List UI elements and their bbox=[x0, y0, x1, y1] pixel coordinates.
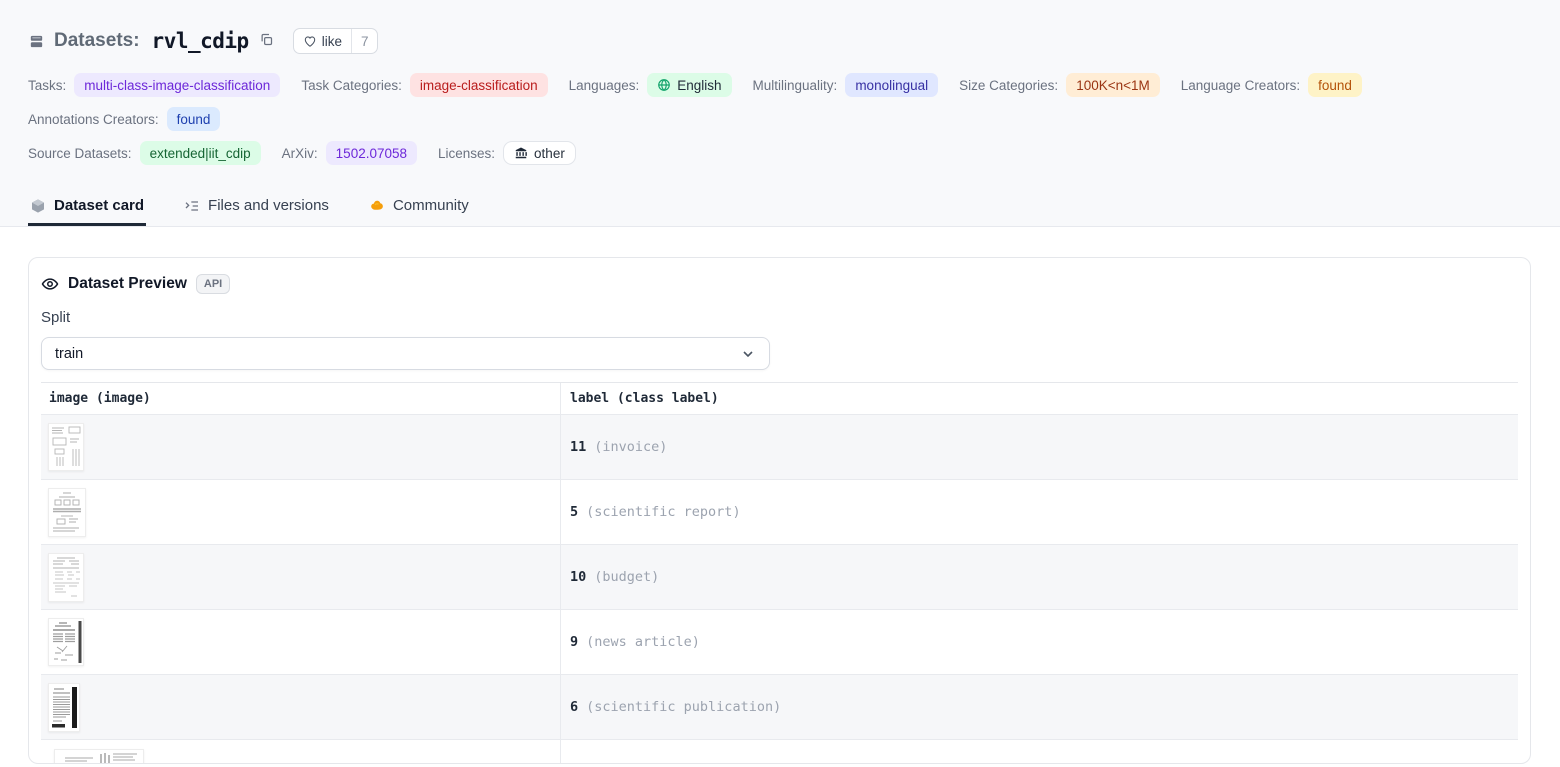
table-row[interactable]: 9 (news article) bbox=[41, 610, 1518, 675]
title-row: Datasets: rvl_cdip like 7 bbox=[28, 26, 1532, 56]
class-name: (news article) bbox=[586, 634, 700, 650]
preview-header: Dataset Preview API bbox=[41, 271, 1518, 297]
preview-title: Dataset Preview bbox=[68, 275, 187, 293]
class-id: 10 bbox=[570, 569, 586, 585]
dataset-name: rvl_cdip bbox=[152, 29, 249, 53]
column-header-image: image (image) bbox=[41, 383, 560, 414]
tag-tasks[interactable]: multi-class-image-classification bbox=[74, 73, 280, 97]
table-header-row: image (image) label (class label) bbox=[41, 383, 1518, 415]
document-thumbnail bbox=[48, 683, 80, 732]
preview-table: image (image) label (class label) 11 (inv… bbox=[41, 382, 1518, 764]
tab-files-and-versions[interactable]: Files and versions bbox=[182, 188, 331, 226]
table-row[interactable]: 11 (invoice) bbox=[41, 415, 1518, 480]
table-row[interactable]: 10 (budget) bbox=[41, 545, 1518, 610]
like-button[interactable]: like 7 bbox=[293, 28, 379, 54]
copy-name-button[interactable] bbox=[257, 31, 277, 51]
document-thumbnail bbox=[48, 618, 84, 666]
tag-label: Language Creators: bbox=[1181, 78, 1300, 93]
dataset-preview-card: Dataset Preview API Split train image (i… bbox=[28, 257, 1531, 764]
split-selected-value: train bbox=[55, 346, 83, 362]
split-label: Split bbox=[41, 309, 1518, 329]
section-label[interactable]: Datasets: bbox=[54, 30, 140, 52]
tag-label: Licenses: bbox=[438, 146, 495, 161]
tag-size-categories[interactable]: 100K<n<1M bbox=[1066, 73, 1160, 97]
tag-row-2: Source Datasets: extended|iit_cdip ArXiv… bbox=[28, 141, 1532, 165]
class-id: 5 bbox=[570, 504, 578, 520]
main-content: Dataset Preview API Split train image (i… bbox=[0, 227, 1560, 764]
database-icon bbox=[28, 33, 45, 50]
tab-label: Dataset card bbox=[54, 197, 144, 214]
tag-language-creators[interactable]: found bbox=[1308, 73, 1362, 97]
heart-icon bbox=[303, 34, 317, 48]
tag-label: Source Datasets: bbox=[28, 146, 132, 161]
document-thumbnail bbox=[48, 553, 84, 602]
eye-icon bbox=[41, 275, 59, 293]
tag-license-label: other bbox=[534, 146, 565, 161]
tag-label: Task Categories: bbox=[301, 78, 402, 93]
document-thumbnail bbox=[48, 488, 86, 537]
tag-language-label: English bbox=[677, 78, 721, 93]
tag-label: Languages: bbox=[569, 78, 640, 93]
tab-community[interactable]: Community bbox=[367, 188, 471, 226]
tag-language[interactable]: English bbox=[647, 73, 731, 97]
tab-label: Files and versions bbox=[208, 197, 329, 214]
like-label: like bbox=[322, 34, 342, 49]
tab-label: Community bbox=[393, 197, 469, 214]
tag-source-datasets[interactable]: extended|iit_cdip bbox=[140, 141, 261, 165]
document-thumbnail bbox=[48, 423, 84, 471]
tag-task-categories[interactable]: image-classification bbox=[410, 73, 548, 97]
tab-bar: Dataset card Files and versions Communit… bbox=[28, 188, 1532, 226]
tag-multilinguality[interactable]: monolingual bbox=[845, 73, 938, 97]
table-row[interactable] bbox=[41, 740, 1518, 764]
tag-label: Annotations Creators: bbox=[28, 112, 159, 127]
table-row[interactable]: 6 (scientific publication) bbox=[41, 675, 1518, 740]
api-badge[interactable]: API bbox=[196, 274, 230, 294]
tab-dataset-card[interactable]: Dataset card bbox=[28, 188, 146, 226]
chevron-down-icon bbox=[740, 346, 756, 362]
versions-icon bbox=[184, 198, 200, 214]
class-id: 6 bbox=[570, 699, 578, 715]
tag-label: Size Categories: bbox=[959, 78, 1058, 93]
tag-label: Multilinguality: bbox=[753, 78, 838, 93]
class-name: (budget) bbox=[594, 569, 659, 585]
copy-icon bbox=[259, 32, 274, 47]
class-id: 11 bbox=[570, 439, 586, 455]
document-thumbnail bbox=[54, 749, 144, 764]
class-name: (scientific report) bbox=[586, 504, 740, 520]
community-icon bbox=[369, 198, 385, 214]
page-header: Datasets: rvl_cdip like 7 Tasks: multi-c… bbox=[0, 0, 1560, 227]
globe-icon bbox=[657, 78, 671, 92]
table-row[interactable]: 5 (scientific report) bbox=[41, 480, 1518, 545]
tag-arxiv[interactable]: 1502.07058 bbox=[326, 141, 417, 165]
like-count[interactable]: 7 bbox=[351, 29, 378, 53]
tag-annotations-creators[interactable]: found bbox=[167, 107, 221, 131]
tag-license[interactable]: other bbox=[503, 141, 576, 165]
tag-label: Tasks: bbox=[28, 78, 66, 93]
class-name: (invoice) bbox=[594, 439, 667, 455]
bank-icon bbox=[514, 146, 528, 160]
column-header-label: label (class label) bbox=[560, 383, 1518, 414]
class-name: (scientific publication) bbox=[586, 699, 781, 715]
tag-row-1: Tasks: multi-class-image-classification … bbox=[28, 73, 1532, 131]
split-select[interactable]: train bbox=[41, 337, 770, 370]
class-id: 9 bbox=[570, 634, 578, 650]
dataset-cube-icon bbox=[30, 198, 46, 214]
tag-label: ArXiv: bbox=[282, 146, 318, 161]
